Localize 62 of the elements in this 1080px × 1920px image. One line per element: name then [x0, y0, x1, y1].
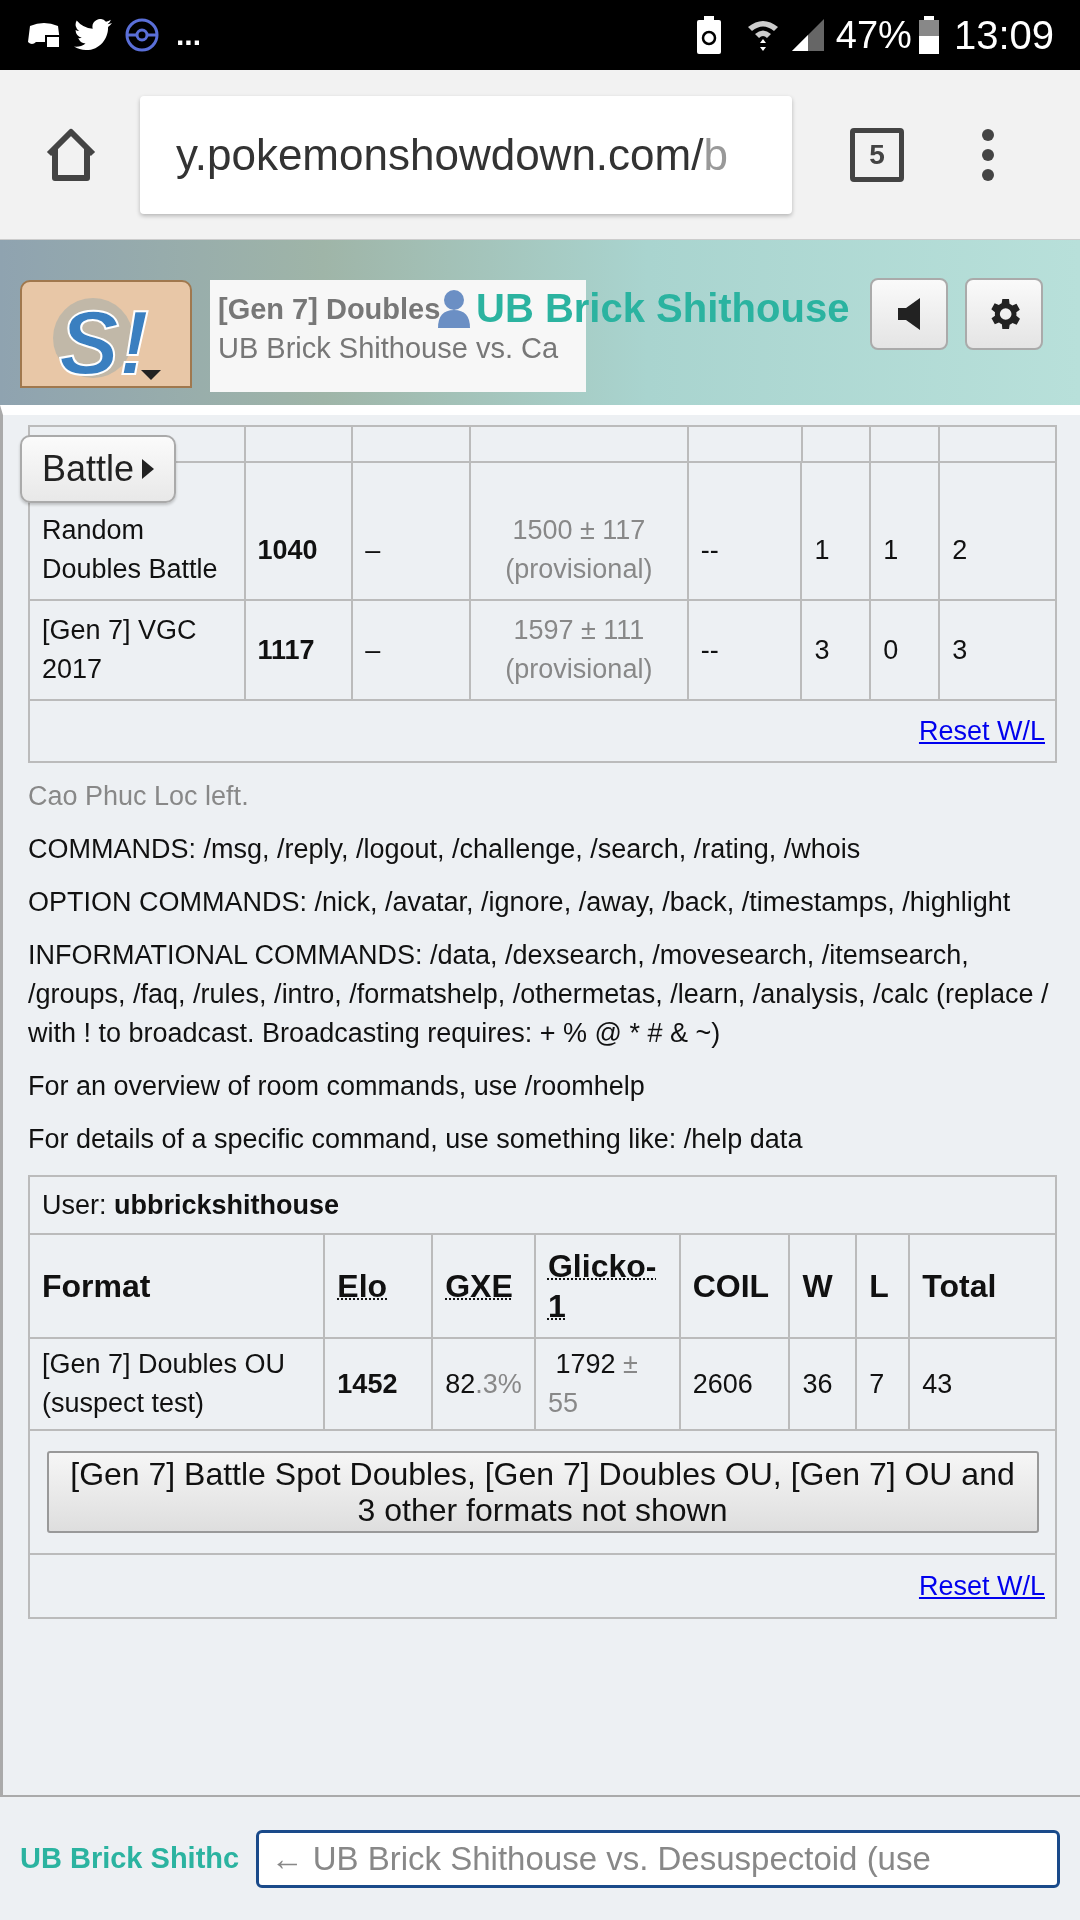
- ball-icon: [124, 17, 160, 53]
- table-cell-text: 2: [952, 533, 968, 567]
- chat-input[interactable]: ← UB Brick Shithouse vs. Desuspectoid (use: [255, 1829, 1060, 1888]
- menu-icon[interactable]: [980, 128, 996, 181]
- table-cell-text: 3: [814, 633, 830, 667]
- sound-button[interactable]: [870, 278, 948, 350]
- game-controller-icon: [26, 20, 62, 50]
- speaker-icon: [896, 297, 922, 331]
- column-header: Total: [908, 1235, 1055, 1337]
- table-cell-text: Random Doubles Battle: [42, 514, 219, 586]
- reset-link[interactable]: Reset W/L: [918, 710, 1045, 752]
- table-cell: 2606: [678, 1339, 789, 1429]
- settings-button[interactable]: [965, 278, 1043, 350]
- table-cell: 1792 ± 55: [533, 1339, 679, 1429]
- column-header: GXE: [431, 1235, 534, 1337]
- column-header: COIL: [678, 1235, 789, 1337]
- table-cell: 7: [855, 1339, 909, 1429]
- column-header: Glicko-1: [533, 1235, 679, 1337]
- table-cell-text: –: [365, 633, 381, 667]
- room-tab-title[interactable]: [Gen 7] Doubles: [218, 290, 441, 328]
- user-label: User: ubbrickshithouse: [30, 1177, 1055, 1235]
- table-cell: 1452: [323, 1339, 432, 1429]
- table-cell-text: --: [700, 533, 719, 567]
- battery-percent: 47%: [835, 16, 912, 54]
- table-cell-text: 1117: [257, 633, 315, 667]
- battle-button[interactable]: Battle: [20, 435, 177, 503]
- url-field[interactable]: y.pokemonshowdown.com/b: [140, 95, 792, 214]
- chat-message: For an overview of room commands, use /roomhelp: [28, 1070, 646, 1103]
- column-header: Elo: [323, 1235, 432, 1337]
- table-cell-text: 1500 ± 117 (provisional): [504, 514, 654, 586]
- table-cell-text: –: [365, 533, 381, 567]
- table-cell-text: 1: [814, 533, 830, 567]
- bird-icon: [74, 19, 112, 51]
- column-header: W: [788, 1235, 856, 1337]
- room-tab-subtitle[interactable]: UB Brick Shithouse vs. Ca: [218, 328, 559, 368]
- chat-message: INFORMATIONAL COMMANDS: /data, /dexsearch, /movesearch, /itemsearch, /groups, /faq, /rules, /intro, /formatshelp, /othermetas, /learn, /analysis, /calc (replace / with ! to broadcast. Broadcasting requires: + % @ * # & ~): [28, 939, 1050, 1050]
- caret-icon: [142, 459, 155, 479]
- table-cell-text: --: [700, 633, 719, 667]
- table-cell-text: 1040: [257, 533, 318, 567]
- table-cell-text: 0: [883, 633, 899, 667]
- table-cell: 43: [908, 1339, 1055, 1429]
- chat-message: Cao Phuc Loc left.: [28, 780, 250, 813]
- chat-message: OPTION COMMANDS: /nick, /avatar, /ignore, /away, /back, /timestamps, /highlight: [28, 886, 1012, 919]
- table-cell-text: [Gen 7] Doubles OU (suspect test): [41, 1348, 287, 1420]
- table-cell-text: 1: [883, 533, 899, 567]
- chat-message: For details of a specific command, use something like: /help data: [28, 1123, 804, 1156]
- table-cell-text: 3: [952, 633, 968, 667]
- battery-icon: [917, 16, 940, 54]
- clock: 13:09: [953, 15, 1054, 55]
- tab-count-button[interactable]: 5: [850, 127, 904, 182]
- more-formats-button[interactable]: [Gen 7] Battle Spot Doubles, [Gen 7] Doubles OU, [Gen 7] OU and 3 other formats not shown: [46, 1451, 1039, 1533]
- reset-link[interactable]: Reset W/L: [918, 1565, 1045, 1607]
- table-cell-text: 1597 ± 111 (provisional): [504, 614, 654, 686]
- table-cell: 36: [788, 1339, 856, 1429]
- column-header: Format: [41, 1267, 152, 1306]
- table-cell-text: [Gen 7] VGC 2017: [42, 614, 198, 686]
- table-cell: 82.3%: [431, 1339, 534, 1429]
- column-header: L: [855, 1235, 909, 1337]
- battery-saver-icon: [695, 16, 722, 54]
- chat-username: UB Brick Shithc: [20, 1840, 241, 1876]
- more-notifications: ...: [176, 20, 201, 50]
- chat-message: COMMANDS: /msg, /reply, /logout, /challenge, /search, /rating, /whois: [28, 833, 862, 866]
